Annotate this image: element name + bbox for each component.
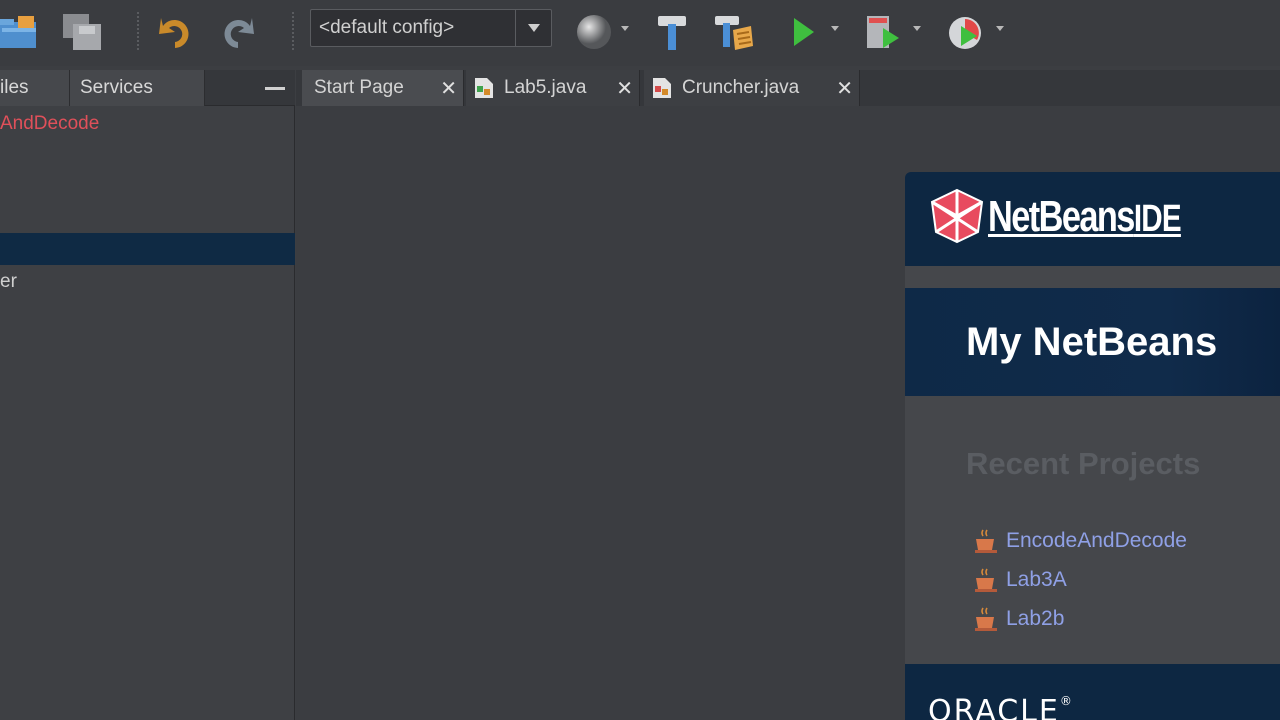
tab-files[interactable]: iles bbox=[0, 70, 70, 106]
undo-icon bbox=[159, 18, 189, 48]
redo-button[interactable] bbox=[216, 12, 260, 52]
java-coffee-cup-icon bbox=[975, 568, 997, 592]
undo-button[interactable] bbox=[153, 12, 197, 52]
tab-services[interactable]: Services bbox=[70, 70, 205, 106]
tab-cruncher-java[interactable]: Cruncher.java ✕ bbox=[644, 70, 860, 106]
netbeans-logo-icon bbox=[930, 188, 984, 244]
editor-tab-bar: Start Page ✕ Lab5.java ✕ Cruncher.java ✕ bbox=[296, 70, 1280, 106]
left-panel-tabs: iles Services bbox=[0, 70, 295, 106]
close-icon[interactable]: ✕ bbox=[440, 76, 457, 101]
tab-services-label: Services bbox=[80, 77, 153, 98]
redo-icon bbox=[224, 18, 254, 48]
debug-dropdown[interactable] bbox=[996, 26, 1004, 31]
start-page-gap bbox=[905, 266, 1280, 288]
oracle-logo-text: ORACLE bbox=[928, 694, 1060, 720]
tab-lab5-java[interactable]: Lab5.java ✕ bbox=[466, 70, 640, 106]
logo-suffix: IDE bbox=[1133, 198, 1182, 240]
page-title: My NetBeans bbox=[966, 320, 1218, 364]
close-icon[interactable]: ✕ bbox=[836, 76, 853, 101]
profile-dropdown[interactable] bbox=[913, 26, 921, 31]
recent-project-link[interactable]: EncodeAndDecode bbox=[974, 527, 1187, 555]
recent-projects-heading: Recent Projects bbox=[966, 446, 1201, 481]
timer-icon bbox=[949, 17, 981, 49]
recent-project-label: Lab3A bbox=[1006, 568, 1067, 591]
globe-icon bbox=[577, 15, 611, 49]
tab-start-page-label: Start Page bbox=[314, 77, 404, 98]
run-button[interactable] bbox=[788, 12, 818, 52]
oracle-logo: ORACLE® bbox=[928, 694, 1074, 720]
chevron-down-icon bbox=[527, 24, 540, 32]
build-button[interactable] bbox=[652, 12, 692, 52]
java-file-icon bbox=[653, 78, 671, 98]
tree-item-node[interactable]: er bbox=[0, 271, 17, 293]
save-all-button[interactable] bbox=[60, 12, 104, 52]
config-dropdown-button[interactable] bbox=[515, 10, 551, 46]
logo-brand: NetBeans bbox=[988, 192, 1135, 241]
java-coffee-cup-icon bbox=[975, 607, 997, 631]
java-coffee-cup-icon bbox=[975, 529, 997, 553]
recent-project-label: Lab2b bbox=[1006, 607, 1065, 630]
run-dropdown[interactable] bbox=[831, 26, 839, 31]
close-icon[interactable]: ✕ bbox=[616, 76, 633, 101]
hammer-icon bbox=[658, 16, 686, 50]
tab-cruncher-java-label: Cruncher.java bbox=[682, 77, 800, 98]
netbeans-logo-text: NetBeansIDE bbox=[988, 192, 1182, 242]
tab-files-label: iles bbox=[0, 77, 29, 98]
browser-button[interactable] bbox=[574, 12, 614, 52]
tree-item-selected[interactable] bbox=[0, 233, 295, 265]
recent-project-link[interactable]: Lab2b bbox=[974, 605, 1064, 633]
open-project-button[interactable] bbox=[0, 12, 40, 52]
config-select[interactable]: <default config> bbox=[310, 9, 552, 47]
oracle-registered-mark: ® bbox=[1059, 694, 1074, 708]
clean-build-button[interactable] bbox=[712, 12, 756, 52]
tree-item-project[interactable]: AndDecode bbox=[0, 113, 99, 135]
folder-icon bbox=[0, 16, 36, 48]
config-value: <default config> bbox=[319, 17, 455, 38]
recent-project-label: EncodeAndDecode bbox=[1006, 529, 1187, 552]
tab-lab5-java-label: Lab5.java bbox=[504, 77, 587, 98]
save-all-icon bbox=[63, 14, 101, 50]
profile-button[interactable] bbox=[862, 12, 904, 52]
recent-project-link[interactable]: Lab3A bbox=[974, 566, 1067, 594]
netbeans-window: <default config> iles Services AndDecode… bbox=[0, 0, 1280, 720]
main-toolbar: <default config> bbox=[0, 0, 1280, 66]
toolbar-separator bbox=[292, 12, 294, 50]
projects-panel: iles Services AndDecode er bbox=[0, 70, 295, 720]
toolbar-separator bbox=[137, 12, 139, 50]
profile-icon bbox=[867, 16, 899, 48]
debug-button[interactable] bbox=[944, 12, 986, 52]
browser-dropdown[interactable] bbox=[621, 26, 629, 31]
tab-start-page[interactable]: Start Page ✕ bbox=[302, 70, 464, 106]
minimize-panel-button[interactable] bbox=[265, 87, 285, 90]
play-icon bbox=[794, 18, 814, 46]
clean-build-icon bbox=[715, 16, 753, 50]
java-file-icon bbox=[475, 78, 493, 98]
